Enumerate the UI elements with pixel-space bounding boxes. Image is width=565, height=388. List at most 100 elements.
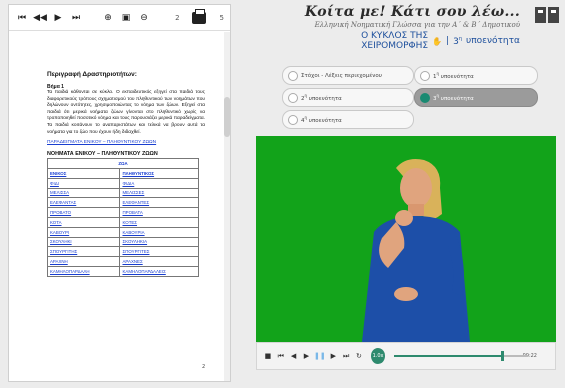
subunit-number: 4 xyxy=(301,117,305,124)
table-row: ΠΡΟΒΑΤΟ ΠΡΟΒΑΤΑ xyxy=(46,207,199,218)
rewind-icon[interactable]: ◀ xyxy=(289,351,299,362)
cell-plural[interactable]: ΣΚΟΥΛΗΚΙΑ xyxy=(119,236,199,248)
column-header-plural[interactable]: ΠΛΗΘΥΝΤΙΚΟΣ xyxy=(119,167,199,179)
step-forward-icon[interactable]: ▶ xyxy=(328,351,338,362)
pdf-scrollbar[interactable] xyxy=(224,32,230,381)
book-icon[interactable] xyxy=(534,6,560,24)
table-subtitle: ΖΩΑ xyxy=(47,158,199,169)
cell-singular[interactable]: ΠΡΟΒΑΤΟ xyxy=(46,207,121,218)
cell-plural[interactable]: ΠΡΟΒΑΤΑ xyxy=(119,207,199,218)
menu-item-subunit-4[interactable]: 4η υποενότητα xyxy=(282,110,414,129)
cell-plural[interactable]: ΦΙΔΙΑ xyxy=(119,177,199,189)
column-header-singular[interactable]: ΕΝΙΚΟΣ xyxy=(46,167,121,179)
cell-singular[interactable]: ΑΡΑΧΝΗ xyxy=(46,256,121,267)
cell-singular[interactable]: ΚΑΜΗΛΟΠΑΡΔΑΛΗ xyxy=(46,265,121,277)
radio-icon xyxy=(288,93,298,103)
menu-item-goals[interactable]: Στόχοι - Λέξεις περιεχομένου xyxy=(282,66,414,85)
page-total: 5 xyxy=(219,13,224,22)
print-icon[interactable] xyxy=(191,8,206,24)
table-body: ΦΙΔΙ ΦΙΔΙΑ ΜΕΛΙΣΣΑ ΜΕΛΙΣΣΕΣ ΕΛΕΦΑΝΤΑΣ ΕΛΕΦΑΝΤ… xyxy=(46,177,199,277)
cell-plural[interactable]: ΕΛΕΦΑΝΤΕΣ xyxy=(119,197,199,209)
unit-digit: 3 xyxy=(453,36,459,47)
unit-number: 3η xyxy=(453,36,462,47)
cell-plural[interactable]: ΚΟΤΕΣ xyxy=(119,216,199,228)
table-row: ΜΕΛΙΣΣΑ ΜΕΛΙΣΣΕΣ xyxy=(46,187,199,199)
examples-link[interactable]: ΠΑΡΑΔΕΙΓΜΑΤΑ ΕΝΙΚΟΥ – ΠΛΗΘΥΝΤΙΚΟΥ ΖΩΩΝ xyxy=(47,140,205,145)
cell-plural[interactable]: ΣΠΟΥΡΓΙΤΕΣ xyxy=(119,246,199,258)
section-separator: | xyxy=(446,36,450,46)
radio-selected-icon xyxy=(420,93,430,103)
menu-item-label: 4η υποενότητα xyxy=(301,115,342,124)
table-row: ΚΟΤΑ ΚΟΤΕΣ xyxy=(46,216,199,228)
page-indicator: 2 5 xyxy=(175,8,224,24)
radio-icon xyxy=(420,71,430,81)
app-header: Κοίτα με! Κάτι σου λέω... Ελληνική Νοημα… xyxy=(300,4,520,51)
subunit-sup: η xyxy=(436,93,440,99)
table-subtitle-row: ΖΩΑ xyxy=(47,158,199,169)
page-marker: 2 xyxy=(202,364,206,370)
cell-plural[interactable]: ΚΑΒΟΥΡΙΑ xyxy=(119,226,199,238)
section-title: Ο ΚΥΚΛΟΣ ΤΗΣ ΧΕΙΡΟΜΟΡΦΗΣ xyxy=(361,31,429,51)
table-title: ΝΟΗΜΑΤΑ ΕΝΙΚΟΥ – ΠΛΗΘΥΝΤΙΚΟΥ ΖΩΩΝ xyxy=(47,151,158,158)
zoom-in-icon[interactable]: ⊕ xyxy=(101,11,115,25)
pause-icon[interactable]: ❚❚ xyxy=(314,351,326,362)
video-controls: ■ ⏮ ◀ ▶ ❚❚ ▶ ⏭ ↻ 1.0x 00:22 xyxy=(256,342,556,370)
subunit-suffix: υποενότητα xyxy=(308,117,342,124)
next-page-icon[interactable]: ▶ xyxy=(51,11,65,25)
cell-singular[interactable]: ΣΚΟΥΛΗΚΙ xyxy=(46,236,121,248)
page-current[interactable]: 2 xyxy=(175,14,179,22)
menu-item-subunit-1[interactable]: 1η υποενότητα xyxy=(414,66,538,85)
subunit-number: 3 xyxy=(433,95,437,102)
section-line: Ο ΚΥΚΛΟΣ ΤΗΣ ΧΕΙΡΟΜΟΡΦΗΣ ✋ | 3η υποενότη… xyxy=(300,31,520,51)
cell-singular[interactable]: ΚΑΒΟΥΡΙ xyxy=(46,226,121,238)
subunit-sup: η xyxy=(304,93,308,99)
menu-item-label: 1η υποενότητα xyxy=(433,71,474,80)
fit-page-icon[interactable]: ▣ xyxy=(119,11,133,25)
last-page-icon[interactable]: ⏭ xyxy=(69,11,83,25)
sign-language-interpreter xyxy=(362,159,470,342)
unit-sup: η xyxy=(458,35,462,42)
radio-icon xyxy=(288,71,298,81)
previous-page-icon[interactable]: ◀◀ xyxy=(33,11,47,25)
skip-forward-icon[interactable]: ⏭ xyxy=(341,351,351,362)
cell-plural[interactable]: ΜΕΛΙΣΣΕΣ xyxy=(119,187,199,199)
cell-singular[interactable]: ΕΛΕΦΑΝΤΑΣ xyxy=(46,197,121,209)
table-row: ΚΑΜΗΛΟΠΑΡΔΑΛΗ ΚΑΜΗΛΟΠΑΡΔΑΛΕΙΣ xyxy=(46,265,199,277)
app-title: Κοίτα με! Κάτι σου λέω... xyxy=(304,4,520,20)
radio-icon xyxy=(288,115,298,125)
subunit-sup: η xyxy=(436,71,440,77)
seek-remaining xyxy=(504,355,529,357)
pdf-toolbar: ⏮ ◀◀ ▶ ⏭ ⊕ ▣ ⊖ 2 5 xyxy=(9,5,230,31)
cell-singular[interactable]: ΦΙΔΙ xyxy=(46,177,121,189)
menu-item-subunit-2[interactable]: 2η υποενότητα xyxy=(282,88,414,107)
skip-back-icon[interactable]: ⏮ xyxy=(276,351,286,362)
doc-body-text: Τα παιδιά κάθονται σε κύκλο. Ο εκπαιδευτ… xyxy=(47,90,205,135)
unit-label: υποενότητα xyxy=(465,36,520,46)
cell-singular[interactable]: ΣΠΟΥΡΓΙΤΗΣ xyxy=(46,246,121,258)
cell-singular[interactable]: ΚΟΤΑ xyxy=(46,216,121,228)
pdf-page-content: Περιγραφή Δραστηριοτήτων: Βήμα 1 Τα παιδ… xyxy=(46,71,205,277)
table-row: ΣΚΟΥΛΗΚΙ ΣΚΟΥΛΗΚΙΑ xyxy=(46,236,199,248)
vocab-table: ΖΩΑ ΕΝΙΚΟΣ ΠΛΗΘΥΝΤΙΚΟΣ ΦΙΔΙ ΦΙΔΙΑ ΜΕΛΙΣΣΑ Μ… xyxy=(46,158,199,277)
zoom-out-icon[interactable]: ⊖ xyxy=(137,11,151,25)
subunit-number: 2 xyxy=(301,95,305,102)
pdf-scroll-thumb[interactable] xyxy=(224,97,230,137)
video-player[interactable] xyxy=(256,136,556,342)
doc-heading: Περιγραφή Δραστηριοτήτων: xyxy=(47,71,137,78)
first-page-icon[interactable]: ⏮ xyxy=(15,11,29,25)
app-subtitle: Ελληνική Νοηματική Γλώσσα για την Α΄ & Β… xyxy=(314,21,520,29)
cell-plural[interactable]: ΑΡΑΧΝΕΣ xyxy=(119,256,199,267)
menu-item-subunit-3[interactable]: 3η υποενότητα xyxy=(414,88,538,107)
cell-plural[interactable]: ΚΑΜΗΛΟΠΑΡΔΑΛΕΙΣ xyxy=(119,265,199,277)
menu-item-label: Στόχοι - Λέξεις περιεχομένου xyxy=(301,72,382,79)
table-row: ΣΠΟΥΡΓΙΤΗΣ ΣΠΟΥΡΓΙΤΕΣ xyxy=(46,246,199,258)
play-icon[interactable]: ▶ xyxy=(302,351,312,362)
seek-bar[interactable] xyxy=(394,351,529,361)
replay-icon[interactable]: ↻ xyxy=(354,351,364,362)
interpreter-face xyxy=(400,168,432,208)
speed-button[interactable]: 1.0x xyxy=(370,348,386,364)
stop-icon[interactable]: ■ xyxy=(263,351,273,362)
subunit-sup: η xyxy=(304,115,308,121)
table-row: ΕΛΕΦΑΝΤΑΣ ΕΛΕΦΑΝΤΕΣ xyxy=(46,197,199,209)
cell-singular[interactable]: ΜΕΛΙΣΣΑ xyxy=(46,187,121,199)
